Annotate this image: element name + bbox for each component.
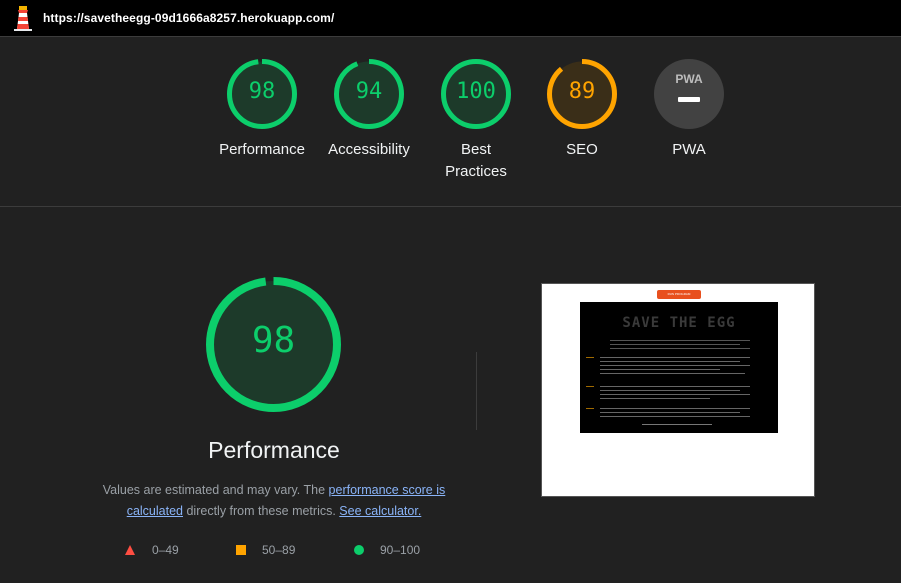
- gauge-score: 89: [568, 79, 596, 104]
- see-calculator-link[interactable]: See calculator.: [339, 504, 421, 518]
- terminal-screen: SAVE THE EGG: [580, 302, 778, 433]
- gauge-label: Best Practices: [445, 141, 507, 180]
- circle-icon: [354, 545, 364, 555]
- gauge-label: PWA: [672, 141, 706, 158]
- main-performance-gauge: 98: [206, 277, 341, 412]
- gauge-seo[interactable]: 89 SEO: [527, 59, 637, 161]
- svg-text:PWA: PWA: [675, 72, 703, 86]
- gauge-score: 94: [355, 79, 383, 104]
- report-topbar: https://savetheegg-09d1666a8257.herokuap…: [0, 0, 901, 37]
- legend-average: 50–89: [236, 543, 295, 557]
- score-description: Values are estimated and may vary. The p…: [88, 480, 460, 522]
- gauge-pwa[interactable]: PWA PWA: [634, 59, 744, 161]
- run-program-button: RUN PROGRAM: [657, 290, 701, 299]
- gauge-best-practices[interactable]: 100 Best Practices: [421, 59, 531, 183]
- category-title: Performance: [208, 437, 340, 463]
- gauge-score: 98: [248, 79, 276, 104]
- final-screenshot[interactable]: RUN PROGRAM SAVE THE EGG: [541, 283, 815, 497]
- legend-pass: 90–100: [354, 543, 420, 557]
- square-icon: [236, 545, 246, 555]
- divider: [476, 352, 477, 430]
- main-score: 98: [251, 320, 296, 361]
- gauge-performance[interactable]: 98 Performance: [207, 59, 317, 161]
- lighthouse-icon: [14, 6, 32, 31]
- desc-text: Values are estimated and may vary. The: [102, 483, 329, 497]
- gauge-label: Performance: [219, 141, 305, 158]
- score-gauges: 98 Performance 94 Accessibility 100 Best…: [0, 37, 901, 207]
- legend-label: 50–89: [262, 543, 296, 557]
- pwa-icon: PWA: [654, 59, 724, 129]
- desc-text: directly from these metrics.: [183, 504, 340, 518]
- gauge-score: 100: [456, 79, 496, 104]
- triangle-icon: [125, 545, 135, 555]
- gauge-accessibility[interactable]: 94 Accessibility: [314, 59, 424, 161]
- gauge-label: SEO: [566, 141, 598, 158]
- legend-label: 0–49: [152, 543, 179, 557]
- page-url[interactable]: https://savetheegg-09d1666a8257.herokuap…: [43, 11, 334, 25]
- legend-label: 90–100: [380, 543, 421, 557]
- legend-fail: 0–49: [125, 543, 179, 557]
- gauge-label: Accessibility: [328, 141, 410, 158]
- game-title: SAVE THE EGG: [622, 315, 736, 331]
